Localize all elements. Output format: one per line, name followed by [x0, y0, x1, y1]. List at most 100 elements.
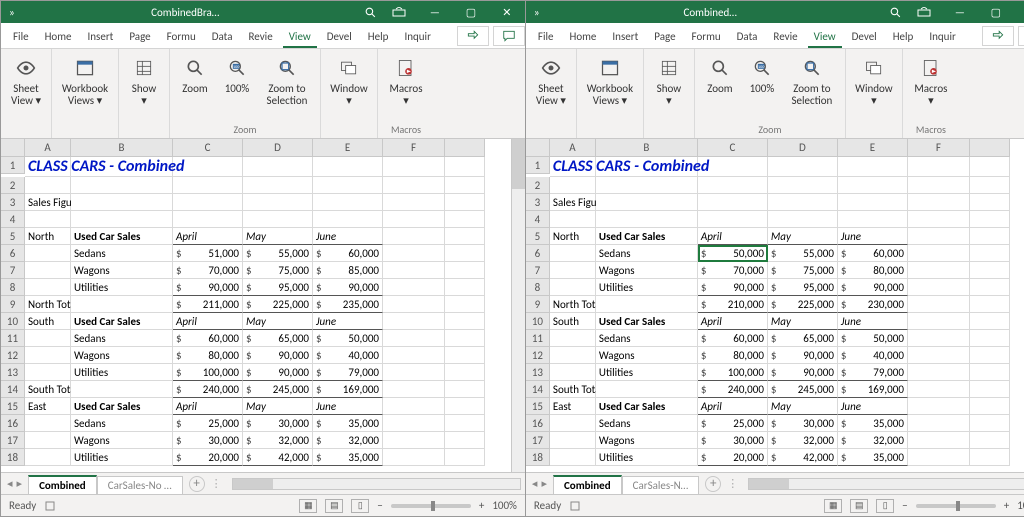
ribbon-options-button[interactable] [906, 1, 942, 23]
cell[interactable]: East [550, 398, 596, 415]
cell[interactable] [970, 177, 1010, 194]
row-header-6[interactable]: 6 [1, 245, 25, 262]
row-header-16[interactable]: 16 [1, 415, 25, 432]
ribbon-tab-home[interactable]: Home [563, 26, 602, 48]
cell-E14[interactable]: $169,000 [313, 381, 383, 398]
cell[interactable] [243, 177, 313, 194]
row-header-3[interactable]: 3 [1, 194, 25, 211]
col-header-E[interactable]: E [313, 139, 383, 157]
cell-D18[interactable]: $42,000 [768, 449, 838, 466]
search-icon[interactable] [364, 6, 377, 19]
zoom-in-button[interactable]: + [1004, 499, 1009, 512]
zoom-out-button[interactable]: − [377, 499, 382, 512]
cell[interactable]: Wagons [596, 262, 698, 279]
row-header-5[interactable]: 5 [526, 228, 550, 245]
macros-button[interactable]: Macros▾ [382, 53, 430, 106]
ribbon-tab-formu[interactable]: Formu [161, 26, 202, 48]
cell[interactable] [596, 211, 698, 228]
cell-E17[interactable]: $32,000 [313, 432, 383, 449]
cell[interactable]: May [243, 398, 313, 415]
ribbon-tab-insert[interactable]: Insert [606, 26, 644, 48]
row-header-12[interactable]: 12 [1, 347, 25, 364]
vertical-scrollbar[interactable] [511, 139, 525, 472]
zoom-in-button[interactable]: + [479, 499, 484, 512]
row-header-18[interactable]: 18 [1, 449, 25, 466]
row-header-4[interactable]: 4 [526, 211, 550, 228]
row-header-16[interactable]: 16 [526, 415, 550, 432]
ribbon-tab-file[interactable]: File [532, 26, 560, 48]
maximize-button[interactable]: ▢ [453, 1, 489, 23]
cell[interactable]: April [173, 313, 243, 330]
cell[interactable] [25, 177, 71, 194]
cell[interactable] [243, 211, 313, 228]
view-layout-button[interactable]: ▤ [325, 499, 343, 513]
horizontal-scrollbar[interactable] [748, 478, 1024, 490]
cell[interactable]: May [243, 228, 313, 245]
row-header-10[interactable]: 10 [526, 313, 550, 330]
cell[interactable]: June [838, 313, 908, 330]
cell[interactable]: June [313, 313, 383, 330]
sheet-tab-carsales[interactable]: CarSales-No … [97, 476, 183, 494]
zoom-selection-button[interactable]: Zoom toSelection [258, 53, 316, 106]
cell[interactable]: Wagons [71, 432, 173, 449]
cell-C12[interactable]: $80,000 [698, 347, 768, 364]
cell[interactable]: Utilities [71, 364, 173, 381]
sheet-tab-carsales[interactable]: CarSales-N… [622, 476, 700, 494]
cell-D13[interactable]: $90,000 [243, 364, 313, 381]
cell[interactable]: June [838, 398, 908, 415]
cell-E13[interactable]: $79,000 [313, 364, 383, 381]
row-header-7[interactable]: 7 [526, 262, 550, 279]
close-button[interactable]: ✕ [489, 1, 525, 23]
col-header-E[interactable]: E [838, 139, 908, 157]
cell[interactable] [768, 211, 838, 228]
add-sheet-button[interactable]: + [189, 476, 205, 492]
cell-E11[interactable]: $50,000 [313, 330, 383, 347]
ribbon-tab-page[interactable]: Page [123, 26, 156, 48]
select-all-corner[interactable] [1, 139, 25, 157]
view-break-button[interactable]: ▯ [876, 499, 894, 513]
row-header-9[interactable]: 9 [526, 296, 550, 313]
cell[interactable]: South Total [25, 381, 71, 398]
show-button[interactable]: Show▾ [648, 53, 690, 106]
row-header-8[interactable]: 8 [526, 279, 550, 296]
ribbon-tab-page[interactable]: Page [648, 26, 681, 48]
cell-E6[interactable]: $60,000 [313, 245, 383, 262]
minimize-button[interactable]: — [417, 1, 453, 23]
cell-D12[interactable]: $90,000 [768, 347, 838, 364]
maximize-button[interactable]: ▢ [978, 1, 1014, 23]
select-all-corner[interactable] [526, 139, 550, 157]
cell[interactable] [445, 211, 485, 228]
zoom-slider[interactable] [391, 504, 471, 508]
zoom-button[interactable]: Zoom [699, 53, 741, 106]
row-header-14[interactable]: 14 [526, 381, 550, 398]
cell[interactable]: Sales Figures to June [25, 194, 71, 211]
cell-C11[interactable]: $60,000 [698, 330, 768, 347]
cell[interactable]: Sedans [596, 245, 698, 262]
cell[interactable]: April [698, 313, 768, 330]
zoom-100-button[interactable]: 100100% [741, 53, 783, 106]
cell-C7[interactable]: $70,000 [173, 262, 243, 279]
zoom-selection-button[interactable]: Zoom toSelection [783, 53, 841, 106]
row-header-2[interactable]: 2 [526, 177, 550, 194]
sheet-view-button[interactable]: SheetView ▾ [5, 53, 47, 106]
row-header-7[interactable]: 7 [1, 262, 25, 279]
cell-C9[interactable]: $210,000 [698, 296, 768, 313]
cell-E6[interactable]: $60,000 [838, 245, 908, 262]
cell[interactable]: East [25, 398, 71, 415]
tab-prev-icon[interactable]: ◂ [7, 477, 13, 490]
window-button[interactable]: Window▾ [850, 53, 898, 106]
col-header-F[interactable]: F [383, 139, 445, 157]
share-button[interactable] [982, 26, 1014, 46]
cell-D12[interactable]: $90,000 [243, 347, 313, 364]
row-header-18[interactable]: 18 [526, 449, 550, 466]
cell-D6[interactable]: $55,000 [243, 245, 313, 262]
row-header-13[interactable]: 13 [1, 364, 25, 381]
cell-D18[interactable]: $42,000 [243, 449, 313, 466]
ribbon-tab-revie[interactable]: Revie [243, 26, 279, 48]
col-header-C[interactable]: C [173, 139, 243, 157]
view-break-button[interactable]: ▯ [351, 499, 369, 513]
cell-D14[interactable]: $245,000 [243, 381, 313, 398]
cell[interactable]: June [838, 228, 908, 245]
cell-C17[interactable]: $30,000 [173, 432, 243, 449]
cell[interactable] [550, 211, 596, 228]
